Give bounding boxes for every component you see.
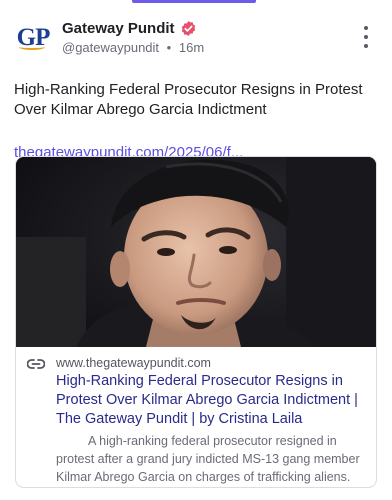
link-preview-card[interactable]: www.thegatewaypundit.com High-Ranking Fe… — [15, 156, 377, 488]
card-title[interactable]: High-Ranking Federal Prosecutor Resigns … — [56, 372, 366, 429]
meta-separator: • — [166, 40, 172, 55]
avatar-swoosh — [19, 44, 45, 50]
post-header: GP Gateway Pundit @gatewaypundit • 16m — [14, 14, 378, 62]
post-text: High-Ranking Federal Prosecutor Resigns … — [14, 81, 363, 118]
verified-badge-icon — [180, 20, 197, 37]
person-photo — [16, 157, 376, 347]
meta-row: @gatewaypundit • 16m — [62, 40, 204, 55]
more-dot-icon — [364, 26, 368, 30]
more-dot-icon — [364, 35, 368, 39]
link-icon — [26, 357, 46, 369]
author-block: Gateway Pundit @gatewaypundit • 16m — [62, 17, 204, 56]
display-name[interactable]: Gateway Pundit — [62, 20, 175, 37]
feed-page: GP Gateway Pundit @gatewaypundit • 16m H… — [0, 0, 392, 500]
card-domain: www.thegatewaypundit.com — [56, 356, 211, 370]
avatar[interactable]: GP — [14, 19, 52, 57]
handle[interactable]: @gatewaypundit — [62, 40, 159, 55]
card-body: www.thegatewaypundit.com High-Ranking Fe… — [16, 347, 376, 486]
post-time[interactable]: 16m — [179, 40, 204, 55]
name-row: Gateway Pundit — [62, 17, 204, 39]
more-dot-icon — [364, 44, 368, 48]
card-image[interactable] — [16, 157, 376, 347]
more-options-button[interactable] — [358, 24, 374, 50]
card-description: A high-ranking federal prosecutor resign… — [56, 434, 360, 484]
